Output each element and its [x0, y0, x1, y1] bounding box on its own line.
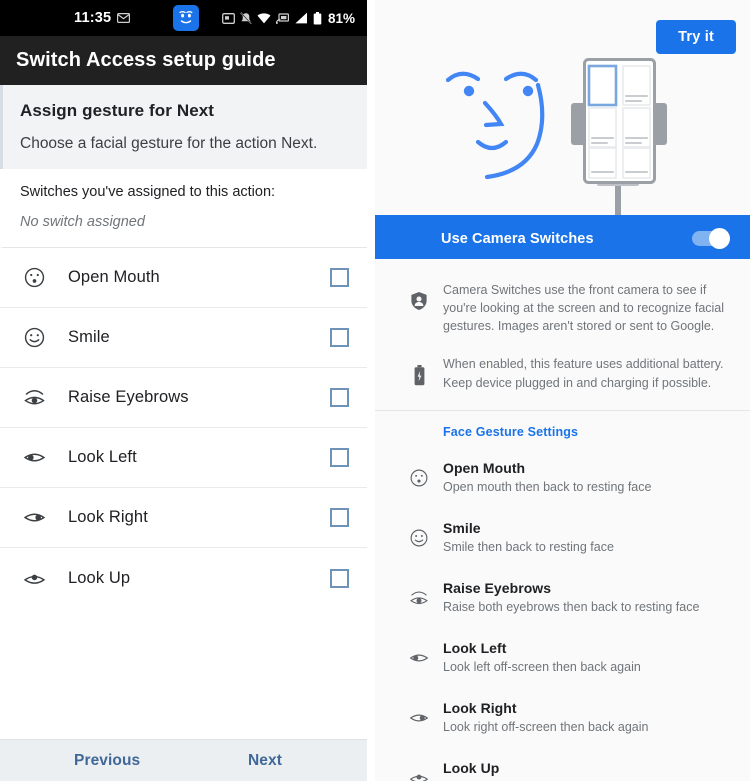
face-gesture-text: Look Up: [441, 758, 728, 779]
face-gesture-row[interactable]: Open Mouth Open mouth then back to restin…: [375, 449, 750, 509]
heading-subtitle: Choose a facial gesture for the action N…: [20, 135, 318, 152]
face-gesture-description: Look right off-screen then back again: [443, 719, 649, 734]
gesture-row[interactable]: Look Up: [0, 548, 367, 608]
previous-button[interactable]: Previous: [74, 752, 140, 770]
next-button[interactable]: Next: [248, 752, 282, 770]
bell-off-icon: [240, 11, 252, 25]
look-left-icon: [22, 445, 52, 471]
wifi-icon: [257, 12, 271, 24]
face-gesture-title: Smile: [443, 519, 481, 536]
face-badge-icon: [173, 5, 199, 31]
left-phone-screen: 11:35 81% Switch Access setup guide Assi…: [0, 0, 367, 781]
gesture-checkbox[interactable]: [330, 508, 349, 528]
gesture-checkbox[interactable]: [330, 268, 349, 288]
look-up-icon: [397, 758, 441, 781]
gesture-row[interactable]: Raise Eyebrows: [0, 368, 367, 429]
raise-eyebrows-icon: [397, 578, 441, 609]
use-camera-switches-toggle[interactable]: [692, 228, 730, 249]
gesture-row[interactable]: Look Right: [0, 488, 367, 549]
shield-person-icon: [397, 281, 441, 335]
gesture-label: Raise Eyebrows: [68, 388, 189, 407]
gesture-label: Smile: [68, 328, 110, 347]
look-right-icon: [397, 698, 441, 729]
gesture-row[interactable]: Smile: [0, 308, 367, 369]
face-gesture-title: Raise Eyebrows: [443, 579, 552, 596]
open-mouth-icon: [397, 458, 441, 489]
face-gesture-text: Look Right Look right off-screen then bac…: [441, 698, 728, 735]
face-gesture-text: Look Left Look left off-screen then back …: [441, 638, 728, 675]
assigned-switches-card: Switches you've assigned to this action:…: [0, 169, 367, 249]
face-gesture-description: Look left off-screen then back again: [443, 659, 641, 674]
signal-icon: [294, 12, 308, 24]
use-camera-switches-label: Use Camera Switches: [441, 230, 594, 247]
gesture-label: Look Up: [68, 568, 131, 587]
assigned-switches-label: Switches you've assigned to this action:: [20, 184, 276, 201]
screenshot-root: 11:35 81% Switch Access setup guide Assi…: [0, 0, 750, 781]
battery-icon: [313, 11, 322, 25]
face-gesture-row[interactable]: Raise Eyebrows Raise both eyebrows then b…: [375, 569, 750, 629]
app-bar: Switch Access setup guide: [0, 36, 367, 85]
bottom-navigation: Previous Next: [0, 739, 367, 781]
battery-percent-label: 81%: [327, 10, 355, 26]
face-gesture-text: Raise Eyebrows Raise both eyebrows then b…: [441, 578, 728, 615]
info-row-privacy: Camera Switches use the front camera to …: [375, 271, 750, 345]
face-gesture-description: Raise both eyebrows then back to resting…: [443, 599, 700, 614]
assign-gesture-heading: Assign gesture for Next Choose a facial …: [0, 85, 367, 170]
panel-divider: [367, 0, 375, 781]
gesture-checkbox[interactable]: [330, 388, 349, 408]
status-bar: 11:35 81%: [0, 0, 367, 36]
toggle-knob: [709, 228, 730, 249]
face-gesture-row[interactable]: Smile Smile then back to resting face: [375, 509, 750, 569]
use-camera-switches-row[interactable]: Use Camera Switches: [375, 218, 750, 259]
face-gesture-title: Look Left: [443, 639, 507, 656]
gesture-checkbox[interactable]: [330, 448, 349, 468]
info-text-privacy: Camera Switches use the front camera to …: [443, 283, 725, 334]
face-gesture-settings-list: Open Mouth Open mouth then back to restin…: [375, 448, 750, 781]
raise-eyebrows-icon: [22, 385, 52, 411]
info-row-battery: When enabled, this feature uses addition…: [375, 345, 750, 401]
gesture-checkbox[interactable]: [330, 328, 349, 348]
gesture-checkbox[interactable]: [330, 568, 349, 588]
info-text-battery: When enabled, this feature uses addition…: [443, 357, 724, 390]
gesture-label: Look Right: [68, 508, 148, 527]
hero-illustration-area: Try it: [375, 0, 750, 218]
screenshot-icon: [222, 12, 235, 24]
status-bar-left: 11:35: [74, 10, 131, 26]
hero-bottom-rule: [375, 215, 750, 218]
face-gesture-text: Smile Smile then back to resting face: [441, 518, 728, 555]
gesture-row[interactable]: Open Mouth: [0, 248, 367, 309]
gesture-label: Look Left: [68, 448, 137, 467]
look-left-icon: [397, 638, 441, 669]
face-gesture-description: Smile then back to resting face: [443, 539, 614, 554]
status-clock: 11:35: [74, 10, 112, 26]
smile-icon: [397, 518, 441, 549]
page-title: Switch Access setup guide: [16, 49, 276, 71]
assigned-switches-value: No switch assigned: [20, 214, 145, 231]
battery-icon: [397, 355, 441, 391]
heading-title: Assign gesture for Next: [20, 101, 215, 120]
face-gesture-title: Open Mouth: [443, 459, 526, 476]
gesture-label: Open Mouth: [68, 268, 160, 287]
smile-icon: [22, 325, 52, 351]
look-up-icon: [22, 565, 52, 591]
face-gesture-row[interactable]: Look Up: [375, 749, 750, 781]
cast-icon: [275, 12, 289, 24]
face-gesture-row[interactable]: Look Left Look left off-screen then back …: [375, 629, 750, 689]
face-gesture-row[interactable]: Look Right Look right off-screen then bac…: [375, 689, 750, 749]
camera-switches-settings-screen: Try it Use Camera Switches Camera Switch…: [375, 0, 750, 781]
open-mouth-icon: [22, 265, 52, 291]
face-gesture-settings-header: Face Gesture Settings: [443, 424, 579, 439]
face-gesture-title: Look Right: [443, 699, 517, 716]
face-gesture-title: Look Up: [443, 759, 500, 776]
look-right-icon: [22, 505, 52, 531]
gesture-option-list: Open Mouth Smile Raise Eyebrows Look Left Lo…: [0, 248, 367, 609]
status-bar-right: 81%: [222, 11, 355, 26]
gesture-row[interactable]: Look Left: [0, 428, 367, 489]
info-section: Camera Switches use the front camera to …: [375, 259, 750, 411]
face-gesture-description: Open mouth then back to resting face: [443, 479, 652, 494]
envelope-icon: [117, 13, 131, 23]
try-it-button[interactable]: Try it: [656, 20, 736, 54]
face-gesture-text: Open Mouth Open mouth then back to restin…: [441, 458, 728, 495]
